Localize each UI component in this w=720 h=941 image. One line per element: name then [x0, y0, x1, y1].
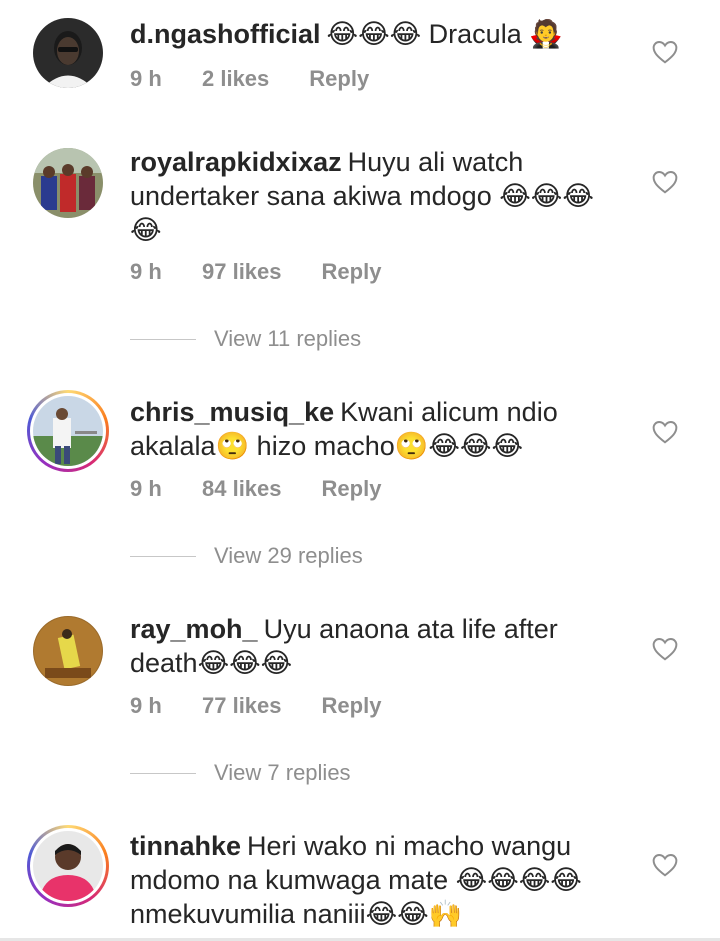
comment-text: Heri wako ni macho wangu	[247, 831, 572, 861]
comment-text: Kwani alicum ndio	[340, 397, 558, 427]
comment-likes[interactable]: 77 likes	[202, 693, 282, 719]
heart-icon[interactable]	[652, 637, 678, 661]
reply-button[interactable]: Reply	[322, 259, 382, 285]
comment-username[interactable]: d.ngashofficial	[130, 19, 321, 49]
comment-text: Uyu anaona ata life after	[263, 614, 558, 644]
avatar[interactable]	[27, 825, 109, 907]
avatar[interactable]	[27, 390, 109, 472]
comment-text: 😂😂😂 Dracula 🧛	[326, 19, 563, 49]
comment-text-line: akalala🙄 hizo macho🙄😂😂😂	[130, 431, 524, 461]
comment-time: 9 h	[130, 259, 162, 284]
heart-icon[interactable]	[652, 170, 678, 194]
comment-text-line: 😂	[130, 215, 162, 245]
heart-icon[interactable]	[652, 40, 678, 64]
comment-username[interactable]: royalrapkidxixaz	[130, 147, 342, 177]
replies-divider	[130, 338, 196, 340]
view-replies-button[interactable]: View 11 replies	[130, 326, 361, 352]
reply-button[interactable]: Reply	[322, 476, 382, 502]
comment-text-line: nmekuvumilia naniii😂😂🙌	[130, 899, 463, 929]
heart-icon[interactable]	[652, 420, 678, 444]
avatar[interactable]	[27, 12, 109, 94]
comment-username[interactable]: tinnahke	[130, 831, 241, 861]
comment-body: royalrapkidxixaz Huyu ali watch undertake…	[130, 145, 630, 247]
replies-divider	[130, 772, 196, 774]
comment-meta: 9 h 97 likes Reply	[130, 259, 381, 285]
view-replies-label[interactable]: View 29 replies	[214, 543, 363, 569]
comment-meta: 9 h 2 likes Reply	[130, 66, 369, 92]
avatar[interactable]	[27, 610, 109, 692]
comment-text-line: undertaker sana akiwa mdogo 😂😂😂	[130, 181, 594, 211]
comment-body: tinnahke Heri wako ni macho wangu mdomo n…	[130, 829, 630, 931]
view-replies-button[interactable]: View 29 replies	[130, 543, 363, 569]
comment-text-line: death😂😂😂	[130, 648, 293, 678]
comment-text-line: mdomo na kumwaga mate 😂😂😂😂	[130, 865, 582, 895]
reply-button[interactable]: Reply	[322, 693, 382, 719]
comment-likes[interactable]: 97 likes	[202, 259, 282, 285]
view-replies-label[interactable]: View 11 replies	[214, 326, 361, 352]
comment-username[interactable]: ray_moh_	[130, 614, 258, 644]
view-replies-label[interactable]: View 7 replies	[214, 760, 351, 786]
comment-likes[interactable]: 84 likes	[202, 476, 282, 502]
reply-button[interactable]: Reply	[309, 66, 369, 92]
view-replies-button[interactable]: View 7 replies	[130, 760, 351, 786]
comment-body: chris_musiq_ke Kwani alicum ndio akalala🙄…	[130, 395, 630, 463]
comment-likes[interactable]: 2 likes	[202, 66, 269, 92]
avatar[interactable]	[27, 142, 109, 224]
comment-meta: 9 h 77 likes Reply	[130, 693, 381, 719]
comment-time: 9 h	[130, 693, 162, 718]
comment-time: 9 h	[130, 476, 162, 501]
comment-time: 9 h	[130, 66, 162, 91]
comment-username[interactable]: chris_musiq_ke	[130, 397, 334, 427]
comment-body: d.ngashofficial 😂😂😂 Dracula 🧛	[130, 17, 630, 51]
heart-icon[interactable]	[652, 853, 678, 877]
comment-body: ray_moh_ Uyu anaona ata life after death😂…	[130, 612, 630, 680]
replies-divider	[130, 555, 196, 557]
comment-meta: 9 h 84 likes Reply	[130, 476, 381, 502]
comment-text: Huyu ali watch	[347, 147, 524, 177]
